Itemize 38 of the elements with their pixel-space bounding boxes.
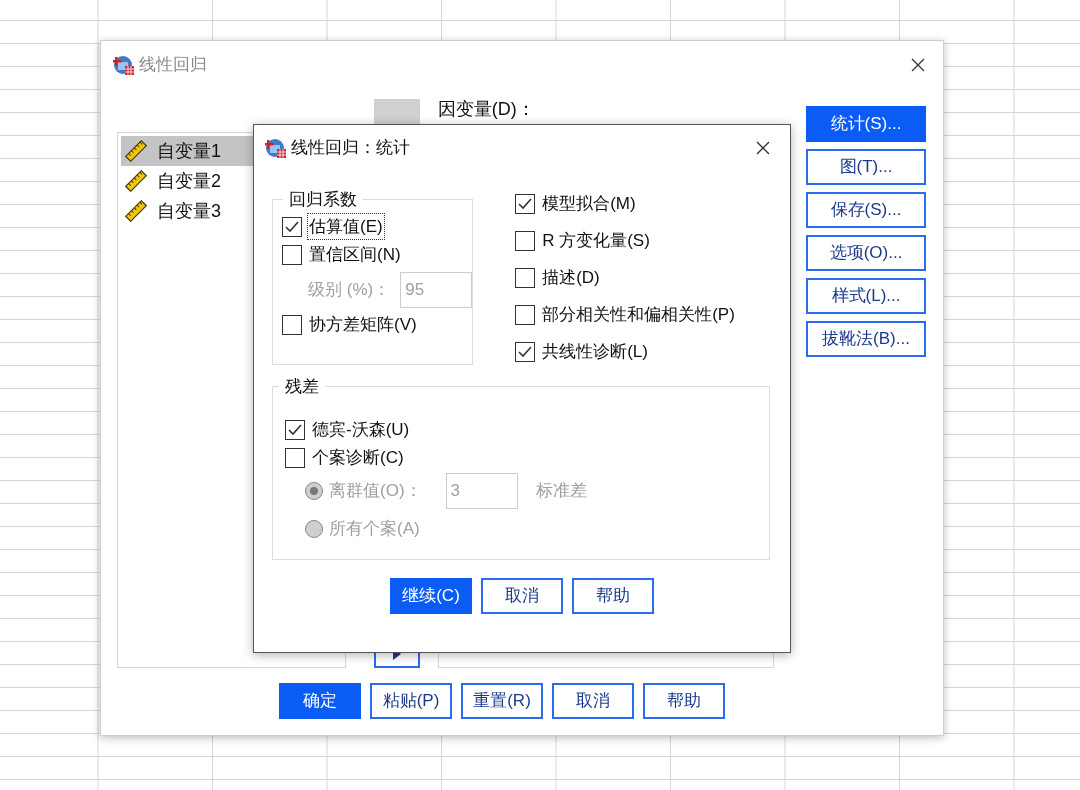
dialog-button[interactable]: 选项(O)... — [806, 235, 926, 271]
checkbox[interactable] — [515, 305, 536, 325]
checkbox-label: 共线性诊断(L) — [541, 341, 649, 364]
checkbox[interactable] — [515, 342, 536, 362]
dialog-button[interactable]: 样式(L)... — [806, 278, 926, 314]
checkbox[interactable] — [515, 231, 536, 251]
checkbox-label: R 方变化量(S) — [541, 230, 651, 253]
dependent-label: 因变量(D)： — [437, 99, 536, 119]
window-title: 线性回归 — [139, 54, 208, 77]
dialog-button[interactable]: 粘贴(P) — [370, 683, 452, 719]
checkbox[interactable] — [282, 314, 302, 335]
dialog-button[interactable]: 统计(S)... — [806, 106, 926, 142]
dialog-button[interactable]: 拔靴法(B)... — [806, 321, 926, 357]
checkbox[interactable] — [515, 194, 536, 214]
close-icon[interactable] — [756, 141, 770, 155]
dialog-button[interactable]: 取消 — [481, 578, 563, 614]
checkbox-label: 模型拟合(M) — [541, 193, 637, 216]
checkbox[interactable] — [285, 419, 305, 440]
checkbox-label: 部分相关性和偏相关性(P) — [541, 304, 736, 327]
unit-label: 标准差 — [535, 479, 587, 502]
checkbox[interactable] — [285, 447, 305, 468]
move-button[interactable] — [373, 99, 420, 127]
dialog-button[interactable]: 确定 — [279, 683, 361, 719]
app-icon — [113, 54, 135, 76]
checkbox[interactable] — [282, 216, 302, 237]
dialog-button[interactable]: 保存(S)... — [806, 192, 926, 228]
checkbox-label: 描述(D) — [541, 267, 601, 290]
dialog-button[interactable]: 帮助 — [643, 683, 725, 719]
dialog-button[interactable]: 帮助 — [572, 578, 654, 614]
dialog-button[interactable]: 取消 — [552, 683, 634, 719]
group-title: 残差 — [284, 376, 320, 398]
checkbox[interactable] — [282, 244, 302, 265]
app-icon — [265, 137, 287, 159]
dialog-button[interactable]: 继续(C) — [390, 578, 472, 614]
close-icon[interactable] — [911, 58, 925, 72]
dialog-button[interactable]: 图(T)... — [806, 149, 926, 185]
checkbox[interactable] — [515, 268, 536, 288]
dialog-button[interactable]: 重置(R) — [461, 683, 543, 719]
